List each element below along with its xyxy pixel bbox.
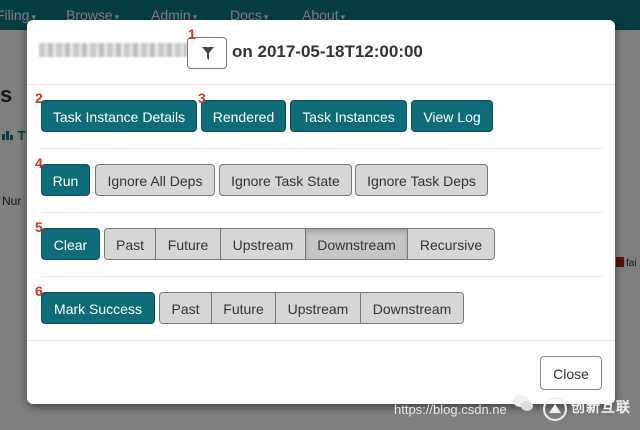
divider [39,212,603,213]
clear-downstream-toggle[interactable]: Downstream [306,229,408,259]
annotation-marker: 6 [35,283,43,299]
view-log-button[interactable]: View Log [411,100,493,132]
clear-past-toggle[interactable]: Past [105,229,156,259]
annotation-marker: 3 [198,90,206,106]
mark-future-toggle[interactable]: Future [212,293,276,323]
divider [39,276,603,277]
clear-options-group: Past Future Upstream Downstream Recursiv… [104,228,495,260]
mark-downstream-toggle[interactable]: Downstream [361,293,463,323]
mark-success-button[interactable]: Mark Success [41,292,155,324]
annotation-marker: 1 [188,26,196,42]
mark-upstream-toggle[interactable]: Upstream [276,293,361,323]
task-instance-details-button[interactable]: Task Instance Details [41,100,197,132]
filter-icon [202,47,214,60]
close-button[interactable]: Close [540,356,602,390]
watermark-url: https://blog.csdn.ne [394,402,507,417]
wechat-icon [513,395,533,411]
watermark-brand: 创新互联 [571,399,631,415]
ignore-all-deps-toggle[interactable]: Ignore All Deps [95,164,215,196]
ignore-task-state-toggle[interactable]: Ignore Task State [219,164,352,196]
mark-past-toggle[interactable]: Past [160,293,212,323]
blurred-task-id [39,43,187,57]
annotation-marker: 5 [35,219,43,235]
mark-success-options-group: Past Future Upstream Downstream [159,292,464,324]
modal-footer-divider [27,340,615,341]
brand-logo-icon [543,397,567,421]
annotation-marker: 4 [35,155,43,171]
annotation-marker: 2 [35,90,43,106]
clear-upstream-toggle[interactable]: Upstream [221,229,306,259]
rendered-button[interactable]: Rendered [201,100,286,132]
ignore-task-deps-toggle[interactable]: Ignore Task Deps [355,164,488,196]
task-instance-modal: on 2017-05-18T12:00:00 Task Instance Det… [27,20,615,404]
run-button[interactable]: Run [41,164,90,196]
divider [39,148,603,149]
modal-title: on 2017-05-18T12:00:00 [232,42,423,61]
clear-future-toggle[interactable]: Future [156,229,221,259]
clear-recursive-toggle[interactable]: Recursive [408,229,494,259]
task-instances-button[interactable]: Task Instances [290,100,407,132]
modal-header: on 2017-05-18T12:00:00 [27,20,615,85]
clear-button[interactable]: Clear [41,228,100,260]
